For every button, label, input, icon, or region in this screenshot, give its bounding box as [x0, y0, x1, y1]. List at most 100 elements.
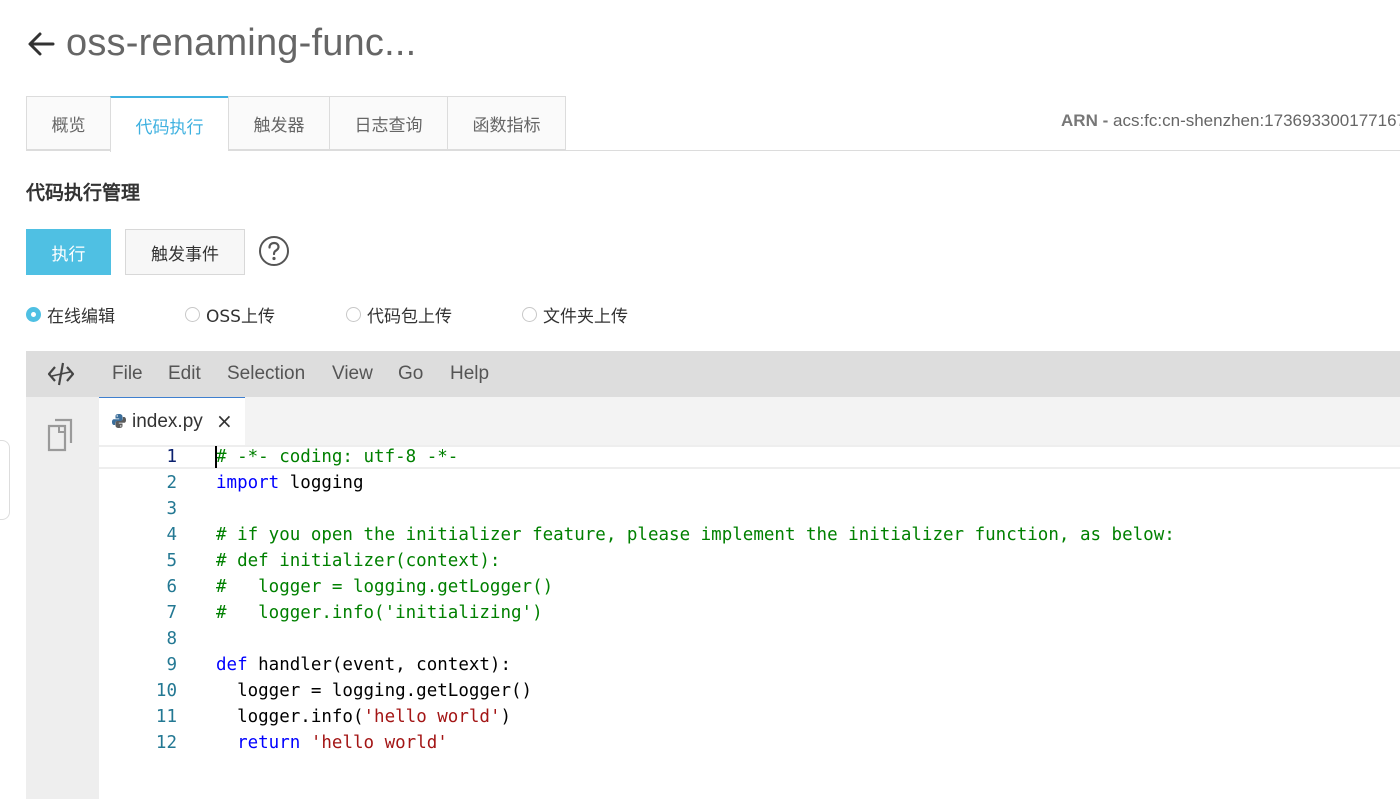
text-cursor: [215, 446, 217, 468]
run-button[interactable]: 执行: [26, 229, 111, 275]
close-icon[interactable]: ×: [216, 411, 233, 431]
code-line: 11 logger.info('hello world'): [99, 704, 1400, 730]
editor-menubar: File Edit Selection View Go Help: [26, 351, 1400, 397]
code-line: 9 def handler(event, context):: [99, 652, 1400, 678]
line-number: 7: [166, 603, 177, 623]
line-content: # if you open the initializer feature, p…: [216, 522, 1175, 548]
copy-files-icon[interactable]: [46, 417, 78, 453]
code-token: logging: [279, 473, 364, 493]
line-number: 3: [166, 499, 177, 519]
radio-label: 在线编辑: [47, 307, 115, 327]
line-content: def handler(event, context):: [216, 652, 511, 678]
tab-function-metrics[interactable]: 函数指标: [447, 96, 566, 150]
code-token: import: [216, 473, 280, 493]
code-token: ): [500, 707, 512, 727]
code-token: # logger = logging.getLogger(): [216, 577, 554, 597]
line-content: # logger.info('initializing'): [216, 600, 543, 626]
tab-triggers[interactable]: 触发器: [228, 96, 329, 150]
line-number: 6: [166, 577, 177, 597]
radio-label: 代码包上传: [367, 307, 452, 327]
menu-selection[interactable]: Selection: [227, 363, 305, 385]
arn-display: ARN - acs:fc:cn-shenzhen:173693300177167: [1061, 111, 1400, 131]
code-line: 12 return 'hello world': [99, 730, 1400, 756]
line-number: 2: [166, 473, 177, 493]
radio-code-package-upload[interactable]: 代码包上传: [346, 302, 452, 327]
line-content: return 'hello world': [216, 730, 448, 756]
radio-online-edit[interactable]: 在线编辑: [26, 302, 115, 327]
radio-label: 文件夹上传: [543, 307, 628, 327]
python-icon: [112, 414, 126, 428]
code-line: 4 # if you open the initializer feature, …: [99, 522, 1400, 548]
code-line: 6 # logger = logging.getLogger(): [99, 574, 1400, 600]
radio-label: OSS上传: [206, 307, 275, 327]
radio-folder-upload[interactable]: 文件夹上传: [522, 302, 628, 327]
side-panel-handle[interactable]: [0, 440, 10, 520]
code-area[interactable]: 1 # -*- coding: utf-8 -*- 2 import logging 3…: [99, 445, 1400, 799]
trigger-event-button[interactable]: 触发事件: [125, 229, 245, 275]
code-token: logger = logging.getLogger(): [216, 681, 533, 701]
code-line: 10 logger = logging.getLogger(): [99, 678, 1400, 704]
arn-label: ARN -: [1061, 111, 1109, 130]
line-content: logger.info('hello world'): [216, 704, 511, 730]
editor-tabstrip: index.py ×: [99, 397, 1400, 445]
section-title: 代码执行管理: [26, 182, 141, 204]
code-token: 'hello world': [363, 707, 501, 727]
question-circle-icon[interactable]: [258, 235, 290, 267]
page-title: oss-renaming-func...: [66, 22, 417, 64]
code-token: # def initializer(context):: [216, 551, 501, 571]
editor-tab-index-py[interactable]: index.py ×: [99, 397, 245, 445]
code-editor-logo-icon: [47, 362, 75, 386]
upload-method-radio-group: 在线编辑 OSS上传 代码包上传 文件夹上传: [0, 302, 700, 328]
line-number: 8: [166, 629, 177, 649]
line-number: 10: [155, 681, 177, 701]
line-content: logger = logging.getLogger(): [216, 678, 532, 704]
page: oss-renaming-func... 概览 代码执行 触发器 日志查询 函数…: [0, 0, 1400, 799]
function-tabs: 概览 代码执行 触发器 日志查询 函数指标: [26, 96, 566, 152]
menu-view[interactable]: View: [332, 363, 373, 385]
page-header: oss-renaming-func...: [26, 22, 416, 65]
editor-tab-label: index.py: [132, 411, 203, 432]
code-line: 8: [99, 626, 1400, 652]
code-token: return: [237, 733, 301, 753]
line-content: import logging: [216, 470, 364, 496]
code-line: 2 import logging: [99, 470, 1400, 496]
line-content: # -*- coding: utf-8 -*-: [216, 444, 458, 470]
code-line: 5 # def initializer(context):: [99, 548, 1400, 574]
code-editor: File Edit Selection View Go Help index.p…: [26, 351, 1400, 799]
code-token: # -*- coding: utf-8 -*-: [216, 447, 459, 467]
radio-circle: [346, 307, 361, 322]
radio-circle: [26, 307, 41, 322]
arrow-left-icon[interactable]: [26, 29, 56, 59]
line-number: 1: [166, 447, 177, 467]
line-number: 12: [155, 733, 177, 753]
line-number: 4: [166, 525, 177, 545]
radio-circle: [185, 307, 200, 322]
code-token: # if you open the initializer feature, p…: [216, 525, 1175, 545]
tab-log-query[interactable]: 日志查询: [329, 96, 447, 150]
code-line: 1 # -*- coding: utf-8 -*-: [99, 444, 1400, 470]
radio-oss-upload[interactable]: OSS上传: [185, 302, 275, 327]
code-token: handler(event, context):: [247, 655, 512, 675]
code-line: 7 # logger.info('initializing'): [99, 600, 1400, 626]
code-token: # logger.info('initializing'): [216, 603, 543, 623]
line-number: 5: [166, 551, 177, 571]
arn-value: acs:fc:cn-shenzhen:173693300177167: [1112, 111, 1400, 130]
code-token: logger.info(: [216, 707, 364, 727]
code-token: 'hello world': [310, 733, 448, 753]
code-line: 3: [99, 496, 1400, 522]
line-number: 9: [166, 655, 177, 675]
menu-go[interactable]: Go: [398, 363, 423, 385]
tab-overview[interactable]: 概览: [26, 96, 110, 150]
line-number: 11: [155, 707, 177, 727]
code-token: def: [216, 655, 248, 675]
line-content: # def initializer(context):: [216, 548, 500, 574]
menu-help[interactable]: Help: [450, 363, 489, 385]
radio-circle: [522, 307, 537, 322]
menu-edit[interactable]: Edit: [168, 363, 201, 385]
menu-file[interactable]: File: [112, 363, 143, 385]
tab-code-execution[interactable]: 代码执行: [110, 96, 228, 152]
line-content: # logger = logging.getLogger(): [216, 574, 553, 600]
activity-bar: [26, 397, 99, 799]
